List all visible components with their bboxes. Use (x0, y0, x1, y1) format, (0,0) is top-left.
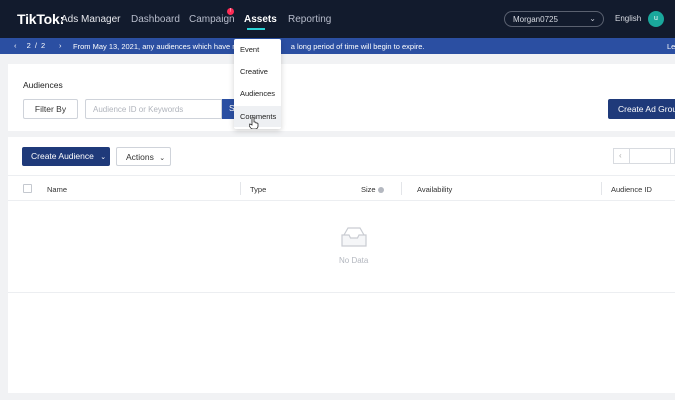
create-audience-label: Create Audience (31, 151, 94, 161)
tiktok-logo[interactable]: TikTok: (17, 11, 64, 27)
product-name: Ads Manager (61, 14, 121, 25)
chevron-down-icon: ⌄ (159, 155, 166, 162)
chevron-left-icon[interactable]: ‹ (14, 41, 18, 50)
empty-inbox-icon (341, 227, 367, 247)
info-icon[interactable] (377, 187, 384, 193)
column-divider (240, 182, 241, 195)
table-pagination[interactable]: ‹ (613, 148, 675, 164)
column-audience-id[interactable]: Audience ID (611, 185, 652, 194)
learn-more-link[interactable]: Le (667, 42, 675, 51)
menu-item-event[interactable]: Event (234, 39, 281, 60)
pagination-divider (629, 149, 630, 163)
chevron-left-icon[interactable]: ‹ (619, 151, 622, 160)
column-size[interactable]: Size (361, 185, 384, 194)
hand-cursor-icon (249, 117, 259, 129)
create-ad-group-button[interactable]: Create Ad Group (608, 99, 675, 119)
column-availability[interactable]: Availability (417, 185, 452, 194)
avatar[interactable]: u (648, 11, 664, 27)
announcement-page-count: 2 / 2 (26, 41, 47, 50)
nav-campaign[interactable]: Campaign (189, 14, 235, 25)
column-size-label: Size (361, 185, 376, 194)
search-input[interactable]: Audience ID or Keywords (85, 99, 222, 119)
select-all-checkbox[interactable] (23, 184, 32, 193)
nav-assets[interactable]: Assets (244, 14, 277, 25)
column-divider (601, 182, 602, 195)
menu-item-audiences[interactable]: Audiences (234, 83, 281, 104)
announcement-bar: ‹ 2 / 2 › From May 13, 2021, any audienc… (0, 38, 675, 54)
audience-filter-panel: Audiences Filter By Audience ID or Keywo… (8, 64, 675, 131)
column-divider (401, 182, 402, 195)
actions-button[interactable]: Actions ⌄ (116, 147, 171, 166)
page-title: Audiences (23, 80, 63, 90)
pagination-divider (670, 149, 671, 163)
actions-label: Actions (126, 152, 154, 162)
empty-state: No Data (8, 201, 675, 293)
assets-dropdown-menu: Event Creative Audiences Comments (234, 39, 281, 129)
account-name: Morgan0725 (513, 15, 558, 24)
filter-by-button[interactable]: Filter By (23, 99, 78, 119)
announcement-pager: ‹ 2 / 2 (14, 41, 46, 50)
nav-reporting[interactable]: Reporting (288, 14, 331, 25)
account-selector[interactable]: Morgan0725 ⌄ (504, 11, 604, 27)
top-navigation-bar: TikTok: Ads Manager Dashboard Campaign !… (0, 0, 675, 38)
campaign-alert-badge: ! (227, 8, 234, 15)
no-data-text: No Data (339, 256, 369, 265)
menu-item-creative[interactable]: Creative (234, 61, 281, 82)
column-type[interactable]: Type (250, 185, 266, 194)
language-selector[interactable]: English (615, 14, 641, 23)
table-header: Name Type Size Availability Audience ID (8, 175, 675, 201)
chevron-down-icon: ⌄ (100, 154, 107, 161)
audience-table-panel: Create Audience ⌄ Actions ⌄ ‹ Name Type … (8, 137, 675, 393)
chevron-down-icon: ⌄ (589, 14, 596, 23)
column-name[interactable]: Name (47, 185, 67, 194)
active-nav-indicator (247, 28, 265, 30)
nav-dashboard[interactable]: Dashboard (131, 14, 180, 25)
create-audience-button[interactable]: Create Audience ⌄ (22, 147, 110, 166)
chevron-right-icon[interactable]: › (59, 41, 62, 50)
